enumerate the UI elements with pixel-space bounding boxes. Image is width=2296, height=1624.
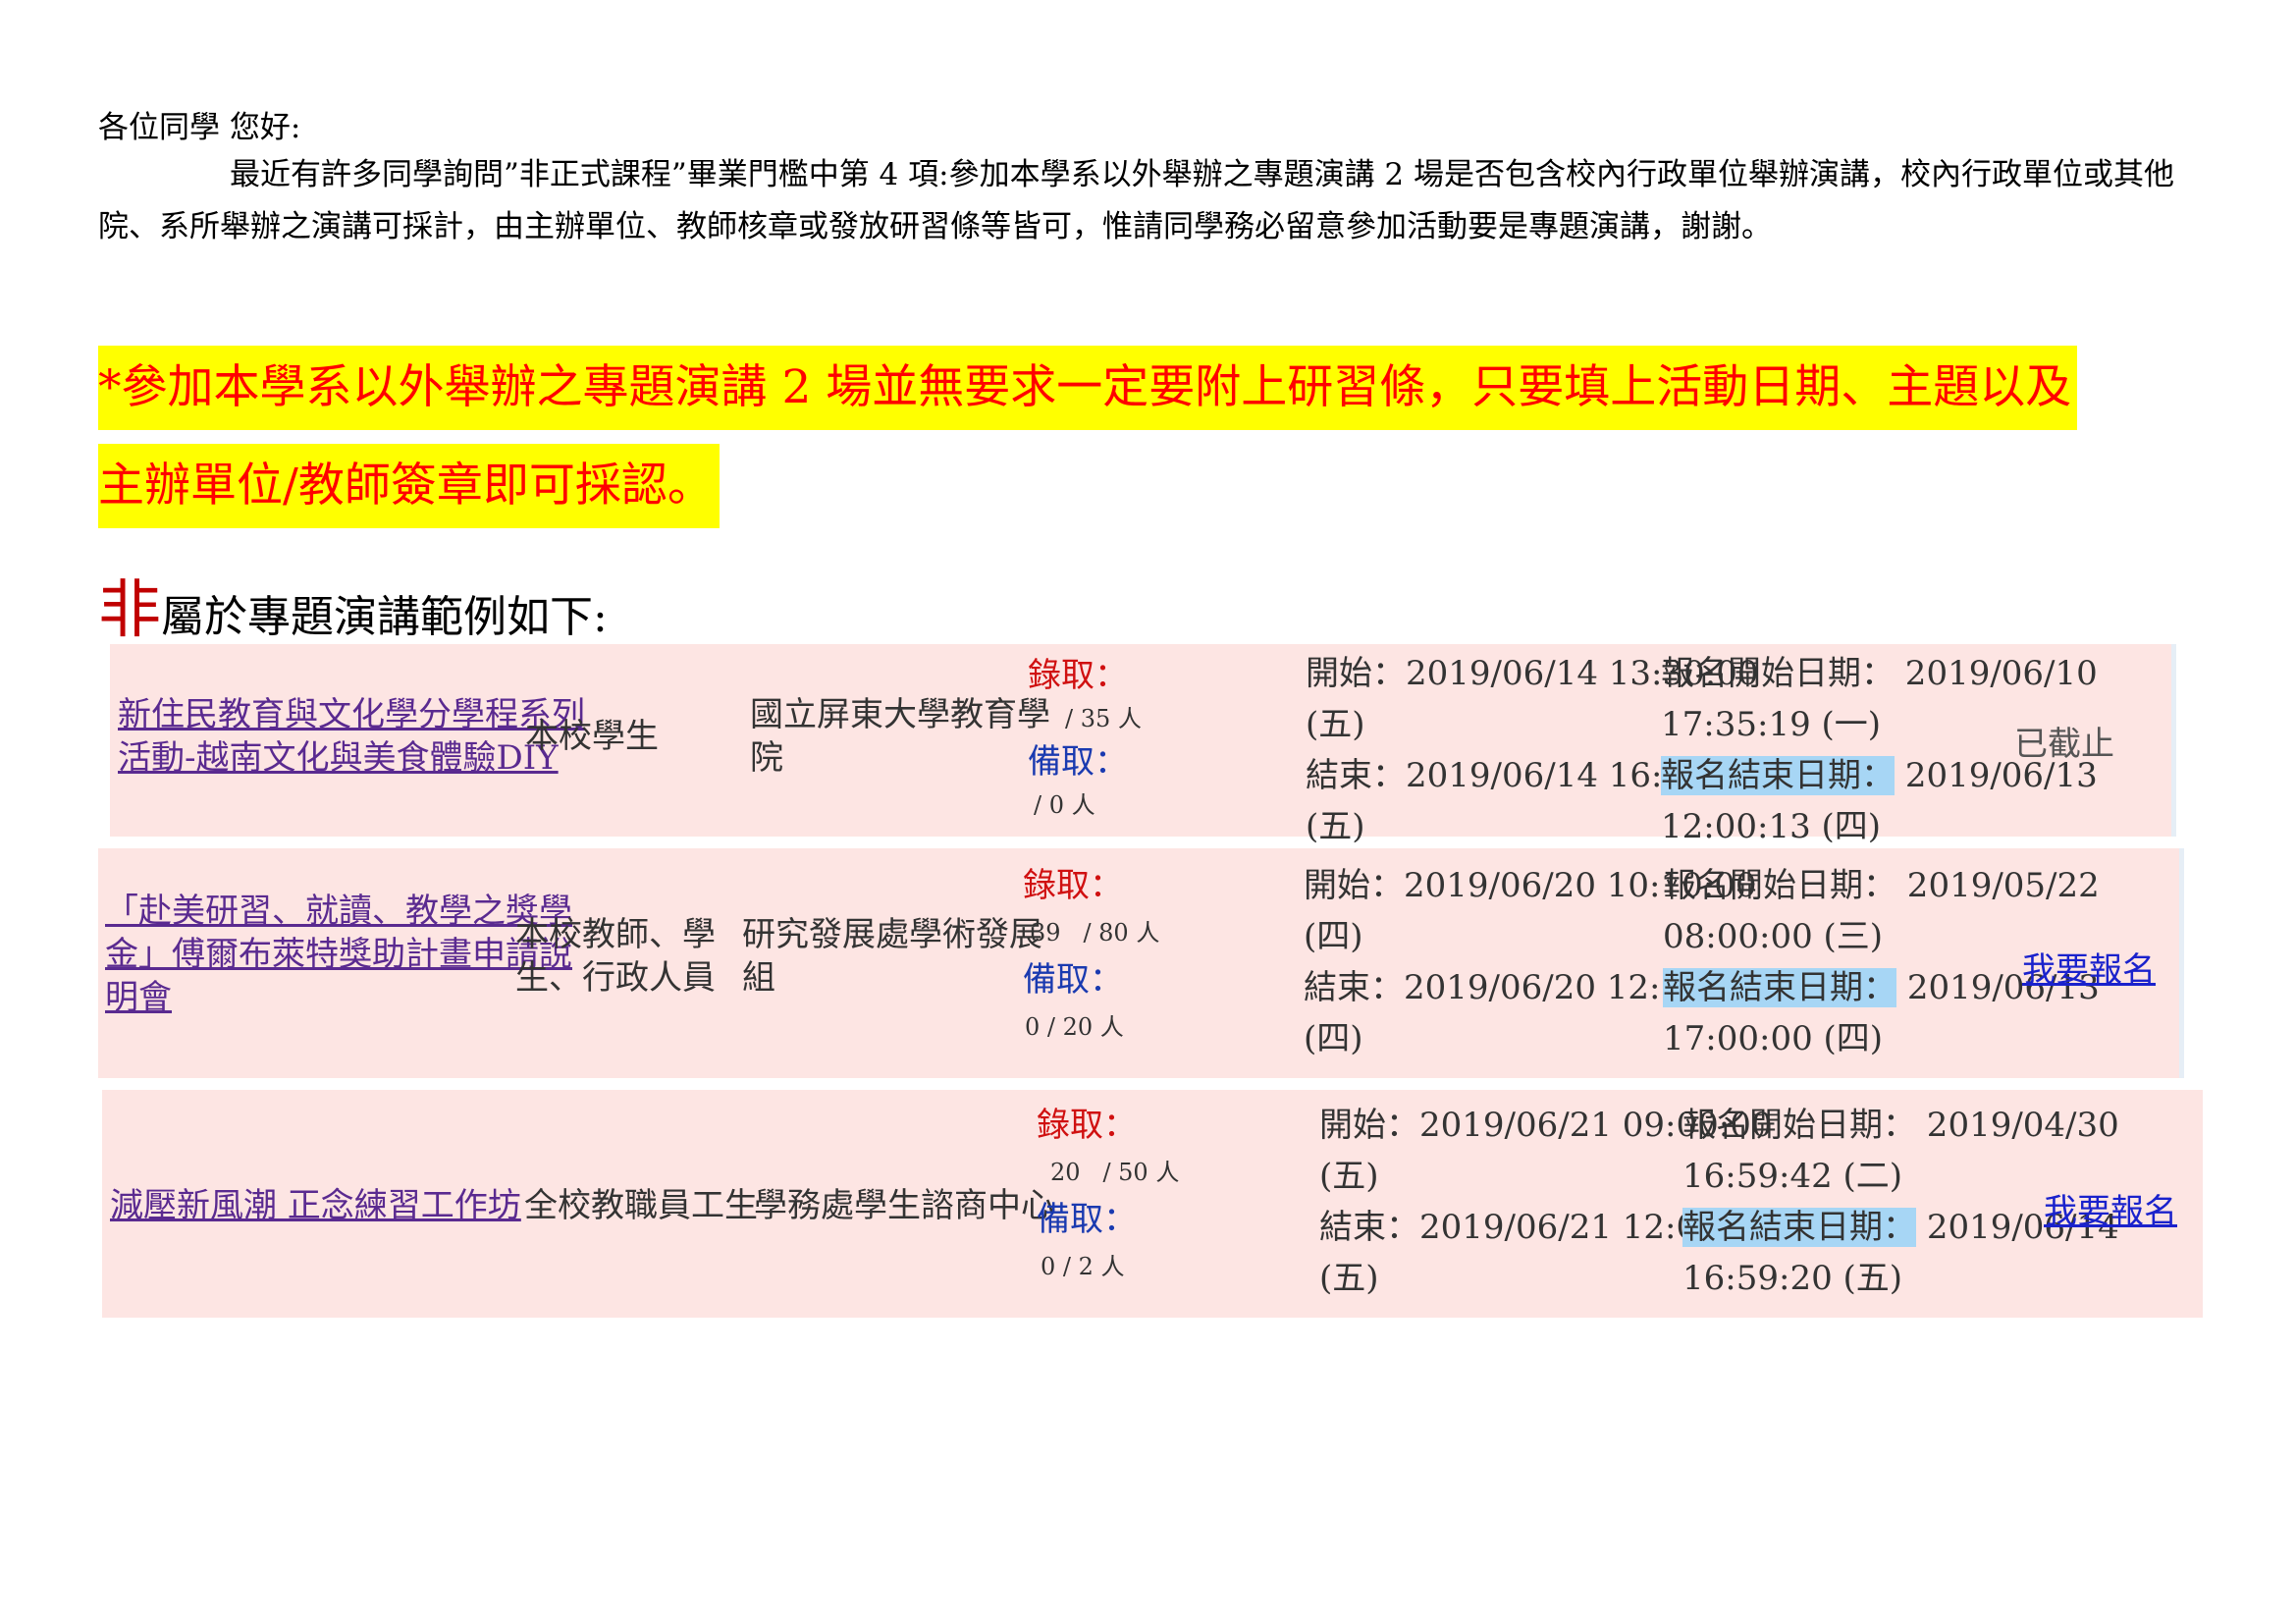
event-title-line: 新住民教育與文化學分學程系列 (118, 695, 585, 734)
event-organizer-line: 院 (750, 738, 783, 778)
reg-end-time: 17:00:00 (四) (1663, 1019, 1884, 1058)
highlight-line-2: 主辦單位/教師簽章即可採認。 (98, 444, 720, 528)
waitlist-number: 0 (1041, 1253, 1056, 1280)
reg-end-time: 16:59:20 (五) (1682, 1259, 1903, 1298)
event-audience: 本校學生 (525, 715, 659, 758)
event-title-line: 「赴美研習、就讀、教學之獎學 (105, 892, 572, 931)
event-title-line: 金」傅爾布萊特獎助計畫申請說 (105, 935, 572, 974)
waitlist-label: 備取： (1023, 960, 1123, 1000)
event-title-line: 活動-越南文化與美食體驗DIY (118, 738, 559, 778)
notice-paragraph: 最近有許多同學詢問”非正式課程”畢業門檻中第 4 項:參加本學系以外舉辦之專題演… (98, 157, 2174, 244)
waitlist-label: 備取： (1028, 742, 1128, 782)
waitlist-quota: / 0 人 (1034, 791, 1095, 819)
waitlist-label: 備取： (1037, 1200, 1137, 1239)
admitted-quota: / 35 人 (1065, 705, 1142, 732)
event-title-line: 減壓新風潮 正念練習工作坊 (110, 1186, 521, 1225)
reg-start: 報名開始日期： 2019/04/30 (1682, 1106, 2119, 1145)
reg-end-label: 報名結束日期： (1682, 1208, 1916, 1247)
admitted-number: 20 (1050, 1159, 1081, 1186)
event-quota: 錄取： 20 / 50 人 備取： 0 / 2 人 (1037, 1102, 1179, 1290)
event-organizer-line: 國立屏東大學教育學 (750, 695, 1050, 734)
event-audience-line: 全校教職員工生 (524, 1186, 758, 1225)
event-quota: 錄取： / 35 人 備取： / 0 人 (1028, 654, 1142, 827)
event-row-2: 「赴美研習、就讀、教學之獎學 金」傅爾布萊特獎助計畫申請說 明會 本校教師、學 … (98, 848, 2179, 1078)
admitted-count: / 35 人 (1028, 697, 1142, 740)
reg-end-label: 報名結束日期： (1661, 756, 1895, 795)
admitted-label: 錄取： (1037, 1106, 1137, 1145)
event-organizer-line: 研究發展處學術發展 (742, 915, 1042, 954)
reg-start: 報名開始日期： 2019/06/10 (1661, 654, 2098, 693)
waitlist-count: / 0 人 (1028, 784, 1142, 827)
reg-start: 報名開始日期： 2019/05/22 (1663, 866, 2100, 905)
greeting: 各位同學 您好: (98, 110, 301, 145)
waitlist-quota: / 20 人 (1046, 1013, 1124, 1041)
reg-end-label: 報名結束日期： (1663, 968, 1896, 1007)
event-title-line: 明會 (105, 978, 172, 1017)
waitlist-quota: / 2 人 (1062, 1253, 1125, 1280)
example-heading-mark: 非 (98, 574, 161, 647)
event-title-link[interactable]: 減壓新風潮 正念練習工作坊 (110, 1184, 521, 1227)
event-audience-line: 本校學生 (525, 717, 659, 756)
event-row-3: 減壓新風潮 正念練習工作坊 全校教職員工生 學務處學生諮商中心 錄取： 20 /… (102, 1090, 2203, 1318)
admitted-quota: / 50 人 (1102, 1159, 1180, 1186)
event-audience: 全校教職員工生 (524, 1184, 758, 1227)
waitlist-count: 0 / 2 人 (1037, 1243, 1179, 1290)
example-heading-rest: 屬於專題演講範例如下: (161, 592, 608, 642)
waitlist-count: 0 / 20 人 (1023, 1003, 1159, 1051)
admitted-quota: / 80 人 (1083, 919, 1160, 947)
event-quota: 錄取： 39 / 80 人 備取： 0 / 20 人 (1023, 862, 1159, 1051)
event-organizer: 國立屏東大學教育學 院 (750, 693, 1050, 780)
row-edge (2179, 848, 2184, 1078)
waitlist-number: 0 (1025, 1013, 1041, 1041)
event-title-link[interactable]: 新住民教育與文化學分學程系列 活動-越南文化與美食體驗DIY (118, 693, 585, 780)
admitted-label: 錄取： (1023, 866, 1123, 905)
example-heading: 非屬於專題演講範例如下: (98, 560, 608, 650)
event-audience-line: 本校教師、學 (515, 915, 716, 954)
event-organizer-line: 學務處學生諮商中心 (754, 1186, 1054, 1225)
event-row-1: 新住民教育與文化學分學程系列 活動-越南文化與美食體驗DIY 本校學生 國立屏東… (110, 644, 2171, 846)
closed-status: 已截止 (2014, 725, 2114, 764)
admitted-count: 39 / 80 人 (1023, 909, 1159, 956)
signup-link[interactable]: 我要報名 (2022, 943, 2156, 991)
event-organizer: 學務處學生諮商中心 (754, 1184, 1054, 1227)
reg-end-time: 12:00:13 (四) (1661, 807, 1882, 846)
admitted-number: 39 (1031, 919, 1061, 947)
event-organizer: 研究發展處學術發展 組 (742, 913, 1042, 1000)
highlight-line-1: *參加本學系以外舉辦之專題演講 2 場並無要求一定要附上研習條，只要填上活動日期… (98, 346, 2078, 430)
row-edge (2171, 644, 2176, 837)
admitted-count: 20 / 50 人 (1037, 1149, 1179, 1196)
event-audience-line: 生、行政人員 (515, 958, 716, 998)
event-audience: 本校教師、學 生、行政人員 (515, 913, 716, 1000)
admitted-label: 錄取： (1028, 656, 1128, 695)
signup-link[interactable]: 我要報名 (2044, 1184, 2177, 1232)
event-organizer-line: 組 (742, 958, 775, 998)
event-title-link[interactable]: 「赴美研習、就讀、教學之獎學 金」傅爾布萊特獎助計畫申請說 明會 (105, 890, 572, 1019)
